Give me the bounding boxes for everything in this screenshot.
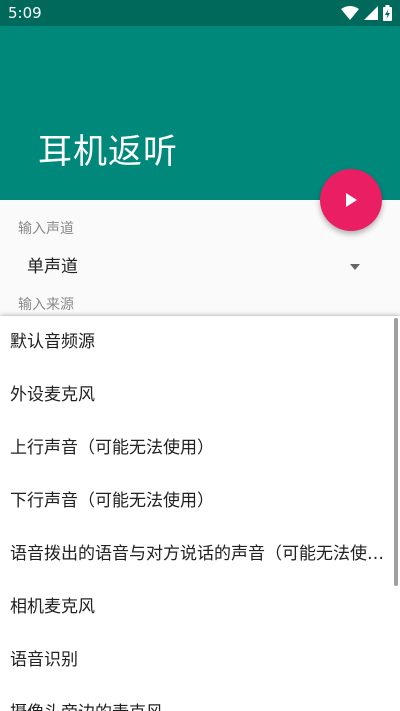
- channel-spinner[interactable]: 单声道: [16, 250, 370, 286]
- dropdown-item-camcorder[interactable]: 相机麦克风: [0, 581, 392, 634]
- signal-icon: [364, 6, 378, 20]
- battery-icon: [383, 5, 392, 21]
- channel-label: 输入声道: [18, 221, 74, 237]
- dropdown-item-camera-side-mic[interactable]: 摄像头旁边的麦克风: [0, 687, 392, 711]
- status-time: 5:09: [8, 4, 42, 22]
- status-bar: 5:09: [0, 0, 400, 26]
- dropdown-arrow-icon: [350, 264, 360, 270]
- dropdown-item-external-mic[interactable]: 外设麦克风: [0, 369, 392, 422]
- dropdown-item-voice-call[interactable]: 语音拨出的语音与对方说话的声音（可能无法使用）: [0, 528, 392, 581]
- source-label: 输入来源: [18, 297, 74, 313]
- dropdown-item-default-source[interactable]: 默认音频源: [0, 316, 392, 369]
- play-button[interactable]: [320, 169, 382, 231]
- wifi-icon: [341, 6, 359, 20]
- dropdown-item-downlink[interactable]: 下行声音（可能无法使用）: [0, 475, 392, 528]
- status-icons: [341, 4, 392, 22]
- dropdown-scrollbar[interactable]: [394, 318, 398, 586]
- app-title: 耳机返听: [38, 132, 178, 172]
- screen: 5:09 耳机返听 输入声道 单声道 输入来源 默认音频源 外设麦克风 上行声音…: [0, 0, 400, 711]
- source-dropdown-menu[interactable]: 默认音频源 外设麦克风 上行声音（可能无法使用） 下行声音（可能无法使用） 语音…: [0, 316, 400, 711]
- dropdown-item-voice-recognition[interactable]: 语音识别: [0, 634, 392, 687]
- play-icon: [346, 193, 357, 207]
- dropdown-item-uplink[interactable]: 上行声音（可能无法使用）: [0, 422, 392, 475]
- channel-spinner-value: 单声道: [27, 257, 78, 277]
